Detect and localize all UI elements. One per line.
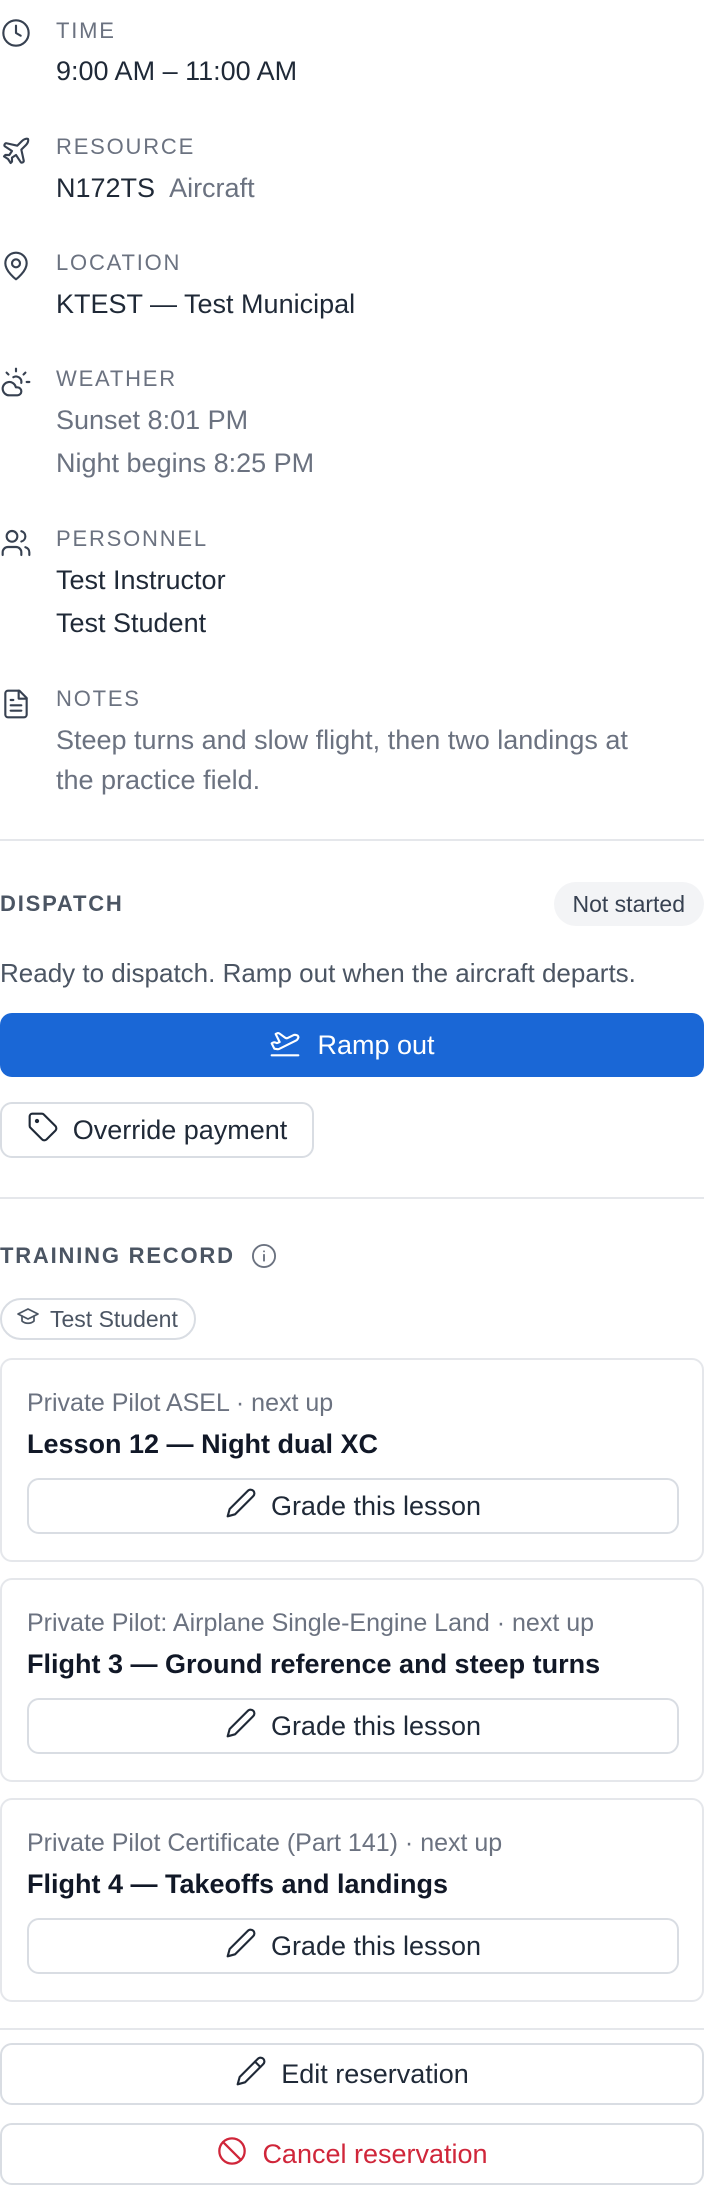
lesson-title: Flight 3 — Ground reference and steep tu… — [27, 1649, 601, 1679]
night-begins-time: Night begins 8:25 PM — [56, 448, 315, 478]
clock-icon — [0, 17, 32, 49]
grade-lesson-label: Grade this lesson — [270, 1710, 482, 1741]
divider — [0, 839, 704, 841]
pencil-icon — [225, 1487, 257, 1526]
grade-lesson-label: Grade this lesson — [270, 1930, 482, 1961]
notes-line-1: Steep turns and slow flight, then two la… — [56, 725, 628, 755]
program-label: Private Pilot ASEL · next up — [27, 1389, 334, 1417]
edit-reservation-label: Edit reservation — [281, 2058, 469, 2089]
student-name[interactable]: Test Student — [56, 603, 206, 643]
training-record-section-label: TRAINING RECORD — [0, 1243, 235, 1268]
grade-lesson-button[interactable]: Grade this lesson — [27, 1698, 679, 1754]
dispatch-description: Ready to dispatch. Ramp out when the air… — [0, 958, 636, 988]
ramp-out-button[interactable]: Ramp out — [0, 1013, 704, 1077]
lesson-title: Flight 4 — Takeoffs and landings — [27, 1869, 449, 1899]
pencil-icon — [225, 1927, 257, 1966]
info-icon[interactable] — [250, 1242, 278, 1270]
notes-line-2: the practice field. — [56, 765, 261, 795]
ramp-out-label: Ramp out — [317, 1029, 435, 1060]
pencil-icon — [235, 2055, 267, 2094]
training-lesson-card: Private Pilot Certificate (Part 141) · n… — [0, 1798, 704, 2002]
divider — [0, 1197, 704, 1199]
pencil-icon — [225, 1707, 257, 1746]
training-lesson-card: Private Pilot ASEL · next up Lesson 12 —… — [0, 1358, 704, 1562]
grade-lesson-button[interactable]: Grade this lesson — [27, 1478, 679, 1534]
notes-label: NOTES — [56, 686, 141, 711]
plane-takeoff-icon — [269, 1026, 301, 1065]
map-pin-icon — [0, 250, 32, 282]
location-value: KTEST — Test Municipal — [56, 289, 356, 319]
override-payment-label: Override payment — [72, 1114, 288, 1145]
divider — [0, 2028, 704, 2030]
resource-label: RESOURCE — [56, 134, 196, 159]
cancel-reservation-label: Cancel reservation — [262, 2138, 488, 2169]
location-label: LOCATION — [56, 250, 182, 275]
grade-lesson-button[interactable]: Grade this lesson — [27, 1918, 679, 1974]
program-label: Private Pilot: Airplane Single-Engine La… — [27, 1609, 595, 1637]
aircraft-tail-number[interactable]: N172TS — [56, 173, 155, 203]
sunset-time: Sunset 8:01 PM — [56, 405, 249, 435]
student-chip-label: Test Student — [50, 1305, 178, 1332]
tag-icon — [27, 1111, 59, 1150]
resource-type: Aircraft — [169, 173, 255, 203]
weather-label: WEATHER — [56, 366, 177, 391]
lesson-title: Lesson 12 — Night dual XC — [27, 1429, 379, 1459]
student-chip[interactable]: Test Student — [0, 1298, 196, 1340]
graduation-cap-icon — [16, 1304, 40, 1334]
training-lesson-card: Private Pilot: Airplane Single-Engine La… — [0, 1578, 704, 1782]
instructor-name[interactable]: Test Instructor — [56, 560, 226, 600]
plane-icon — [0, 135, 32, 167]
edit-reservation-button[interactable]: Edit reservation — [0, 2043, 704, 2105]
override-payment-button[interactable]: Override payment — [0, 1102, 314, 1158]
resource-value[interactable]: N172TS Aircraft — [56, 168, 255, 208]
dispatch-section-label: DISPATCH — [0, 891, 124, 916]
cloud-sun-icon — [0, 366, 32, 398]
file-text-icon — [0, 688, 32, 720]
cancel-reservation-button[interactable]: Cancel reservation — [0, 2123, 704, 2185]
ban-icon — [216, 2135, 248, 2174]
grade-lesson-label: Grade this lesson — [270, 1490, 482, 1521]
time-label: TIME — [56, 18, 116, 43]
users-icon — [0, 527, 32, 559]
personnel-label: PERSONNEL — [56, 526, 208, 551]
program-label: Private Pilot Certificate (Part 141) · n… — [27, 1829, 503, 1857]
time-value: 9:00 AM – 11:00 AM — [56, 56, 298, 86]
dispatch-status-badge: Not started — [553, 882, 704, 926]
